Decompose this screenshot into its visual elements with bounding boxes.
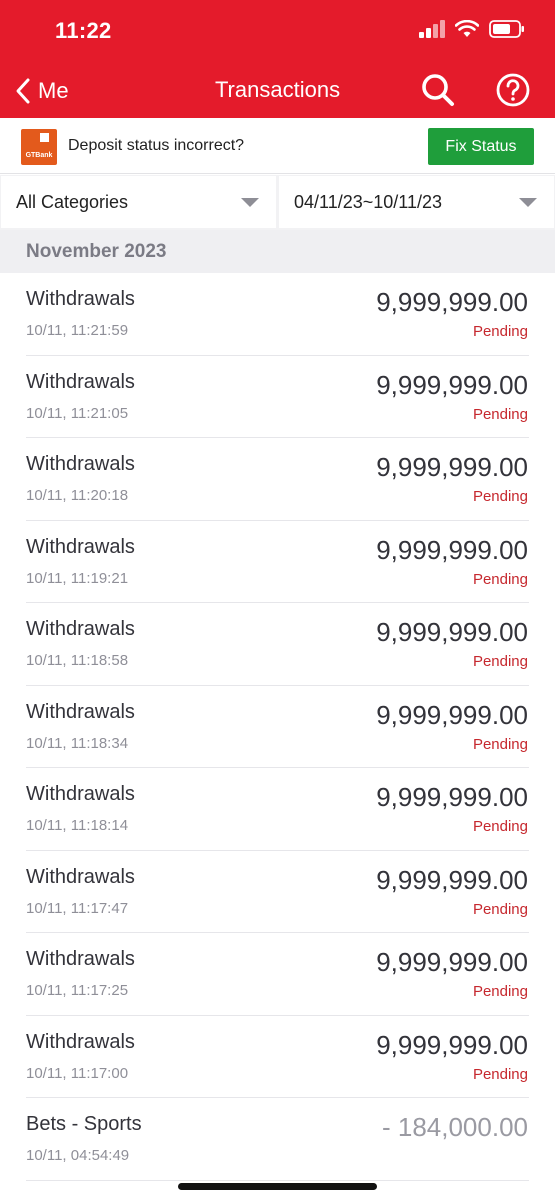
transaction-row[interactable]: Withdrawals 10/11, 11:20:18 9,999,999.00… xyxy=(0,438,555,521)
transaction-title: Withdrawals xyxy=(26,288,135,310)
date-range-label: 04/11/23~10/11/23 xyxy=(294,191,442,212)
month-section-header: November 2023 xyxy=(0,230,555,273)
transaction-amount: 9,999,999.00 xyxy=(376,699,528,730)
page-title: Transactions xyxy=(214,77,341,102)
transaction-title: Withdrawals xyxy=(26,453,135,475)
transaction-title: Withdrawals xyxy=(26,948,135,970)
transaction-amount: 9,999,999.00 xyxy=(376,864,528,895)
banner-message: Deposit status incorrect? xyxy=(68,137,245,154)
transaction-amount: 9,999,999.00 xyxy=(376,369,528,400)
wifi-icon xyxy=(455,20,479,37)
transaction-status: Pending xyxy=(472,570,528,588)
transaction-row[interactable]: Withdrawals 10/11, 11:17:00 9,999,999.00… xyxy=(0,1016,555,1099)
category-label: All Categories xyxy=(16,191,129,212)
caret-down-icon xyxy=(519,198,537,207)
transaction-amount: 9,999,999.00 xyxy=(376,617,528,647)
transaction-status: Pending xyxy=(472,735,528,753)
transaction-time: 10/11, 11:17:25 xyxy=(26,982,129,999)
transaction-time: 10/11, 11:18:14 xyxy=(26,817,129,834)
transaction-status: Pending xyxy=(472,900,528,918)
status-time: 11:22 xyxy=(55,18,112,43)
month-title: November 2023 xyxy=(26,241,167,262)
transaction-amount: 9,999,999.00 xyxy=(376,452,528,482)
transaction-status: Pending xyxy=(472,1065,528,1083)
caret-down-icon xyxy=(241,198,259,207)
battery-icon xyxy=(489,20,524,38)
transaction-amount: 9,999,999.00 xyxy=(376,1029,528,1060)
nav-bar: Me Transactions xyxy=(0,70,555,112)
transaction-title: Withdrawals xyxy=(26,535,135,558)
transaction-status: Pending xyxy=(472,323,528,340)
transaction-row[interactable]: Withdrawals 10/11, 11:21:59 9,999,999.00… xyxy=(0,273,555,356)
transaction-list: Withdrawals 10/11, 11:21:59 9,999,999.00… xyxy=(0,273,555,1181)
transaction-amount: 9,999,999.00 xyxy=(376,782,528,812)
transaction-time: 10/11, 11:20:18 xyxy=(26,487,129,504)
transaction-title: Withdrawals xyxy=(26,1030,135,1053)
help-circle-icon[interactable] xyxy=(493,70,533,110)
transaction-status: Pending xyxy=(472,488,528,505)
transaction-title: Withdrawals xyxy=(26,700,135,723)
transaction-row[interactable]: Withdrawals 10/11, 11:21:05 9,999,999.00… xyxy=(0,356,555,439)
transaction-time: 10/11, 11:21:59 xyxy=(26,322,129,339)
transaction-status: Pending xyxy=(472,405,528,423)
transaction-time: 10/11, 11:18:34 xyxy=(26,734,129,752)
app-header: 11:22 Me Transactions xyxy=(0,0,555,118)
home-indicator[interactable] xyxy=(178,1183,377,1190)
transaction-row[interactable]: Withdrawals 10/11, 11:19:21 9,999,999.00… xyxy=(0,521,555,604)
transaction-title: Withdrawals xyxy=(26,618,135,640)
transaction-time: 10/11, 04:54:49 xyxy=(26,1147,130,1164)
transaction-row[interactable]: Withdrawals 10/11, 11:18:58 9,999,999.00… xyxy=(0,603,555,686)
status-icons xyxy=(419,20,525,38)
transaction-row[interactable]: Withdrawals 10/11, 11:18:14 9,999,999.00… xyxy=(0,768,555,851)
transaction-title: Withdrawals xyxy=(26,370,135,393)
transaction-status: Pending xyxy=(472,818,528,835)
transaction-title: Withdrawals xyxy=(26,783,135,805)
transaction-time: 10/11, 11:19:21 xyxy=(26,569,129,587)
transaction-amount: 9,999,999.00 xyxy=(376,287,528,317)
transaction-time: 10/11, 11:17:47 xyxy=(26,899,129,917)
transaction-row[interactable]: Withdrawals 10/11, 11:17:47 9,999,999.00… xyxy=(0,851,555,934)
transaction-row[interactable]: Withdrawals 10/11, 11:17:25 9,999,999.00… xyxy=(0,933,555,1016)
date-range-dropdown[interactable]: 04/11/23~10/11/23 xyxy=(279,176,554,228)
transaction-title: Withdrawals xyxy=(26,865,135,888)
transaction-time: 10/11, 11:18:58 xyxy=(26,652,129,669)
transaction-title: Bets - Sports xyxy=(26,1113,142,1135)
filter-bar: All Categories 04/11/23~10/11/23 xyxy=(0,175,555,230)
fix-status-button[interactable]: Fix Status xyxy=(428,128,534,165)
transaction-time: 10/11, 11:21:05 xyxy=(26,404,129,422)
transaction-amount: - 184,000.00 xyxy=(381,1112,528,1142)
transaction-status: Pending xyxy=(472,653,528,670)
transaction-amount: 9,999,999.00 xyxy=(376,947,528,977)
transaction-row[interactable]: Withdrawals 10/11, 11:18:34 9,999,999.00… xyxy=(0,686,555,769)
transaction-status: Pending xyxy=(472,983,528,1000)
transaction-row[interactable]: Bets - Sports 10/11, 04:54:49 - 184,000.… xyxy=(0,1098,555,1181)
signal-icon xyxy=(419,20,445,38)
transaction-amount: 9,999,999.00 xyxy=(376,534,528,565)
transaction-time: 10/11, 11:17:00 xyxy=(26,1064,129,1082)
gtbank-logo: GTBank xyxy=(21,129,57,165)
category-dropdown[interactable]: All Categories xyxy=(1,176,276,228)
search-icon[interactable] xyxy=(418,70,458,110)
